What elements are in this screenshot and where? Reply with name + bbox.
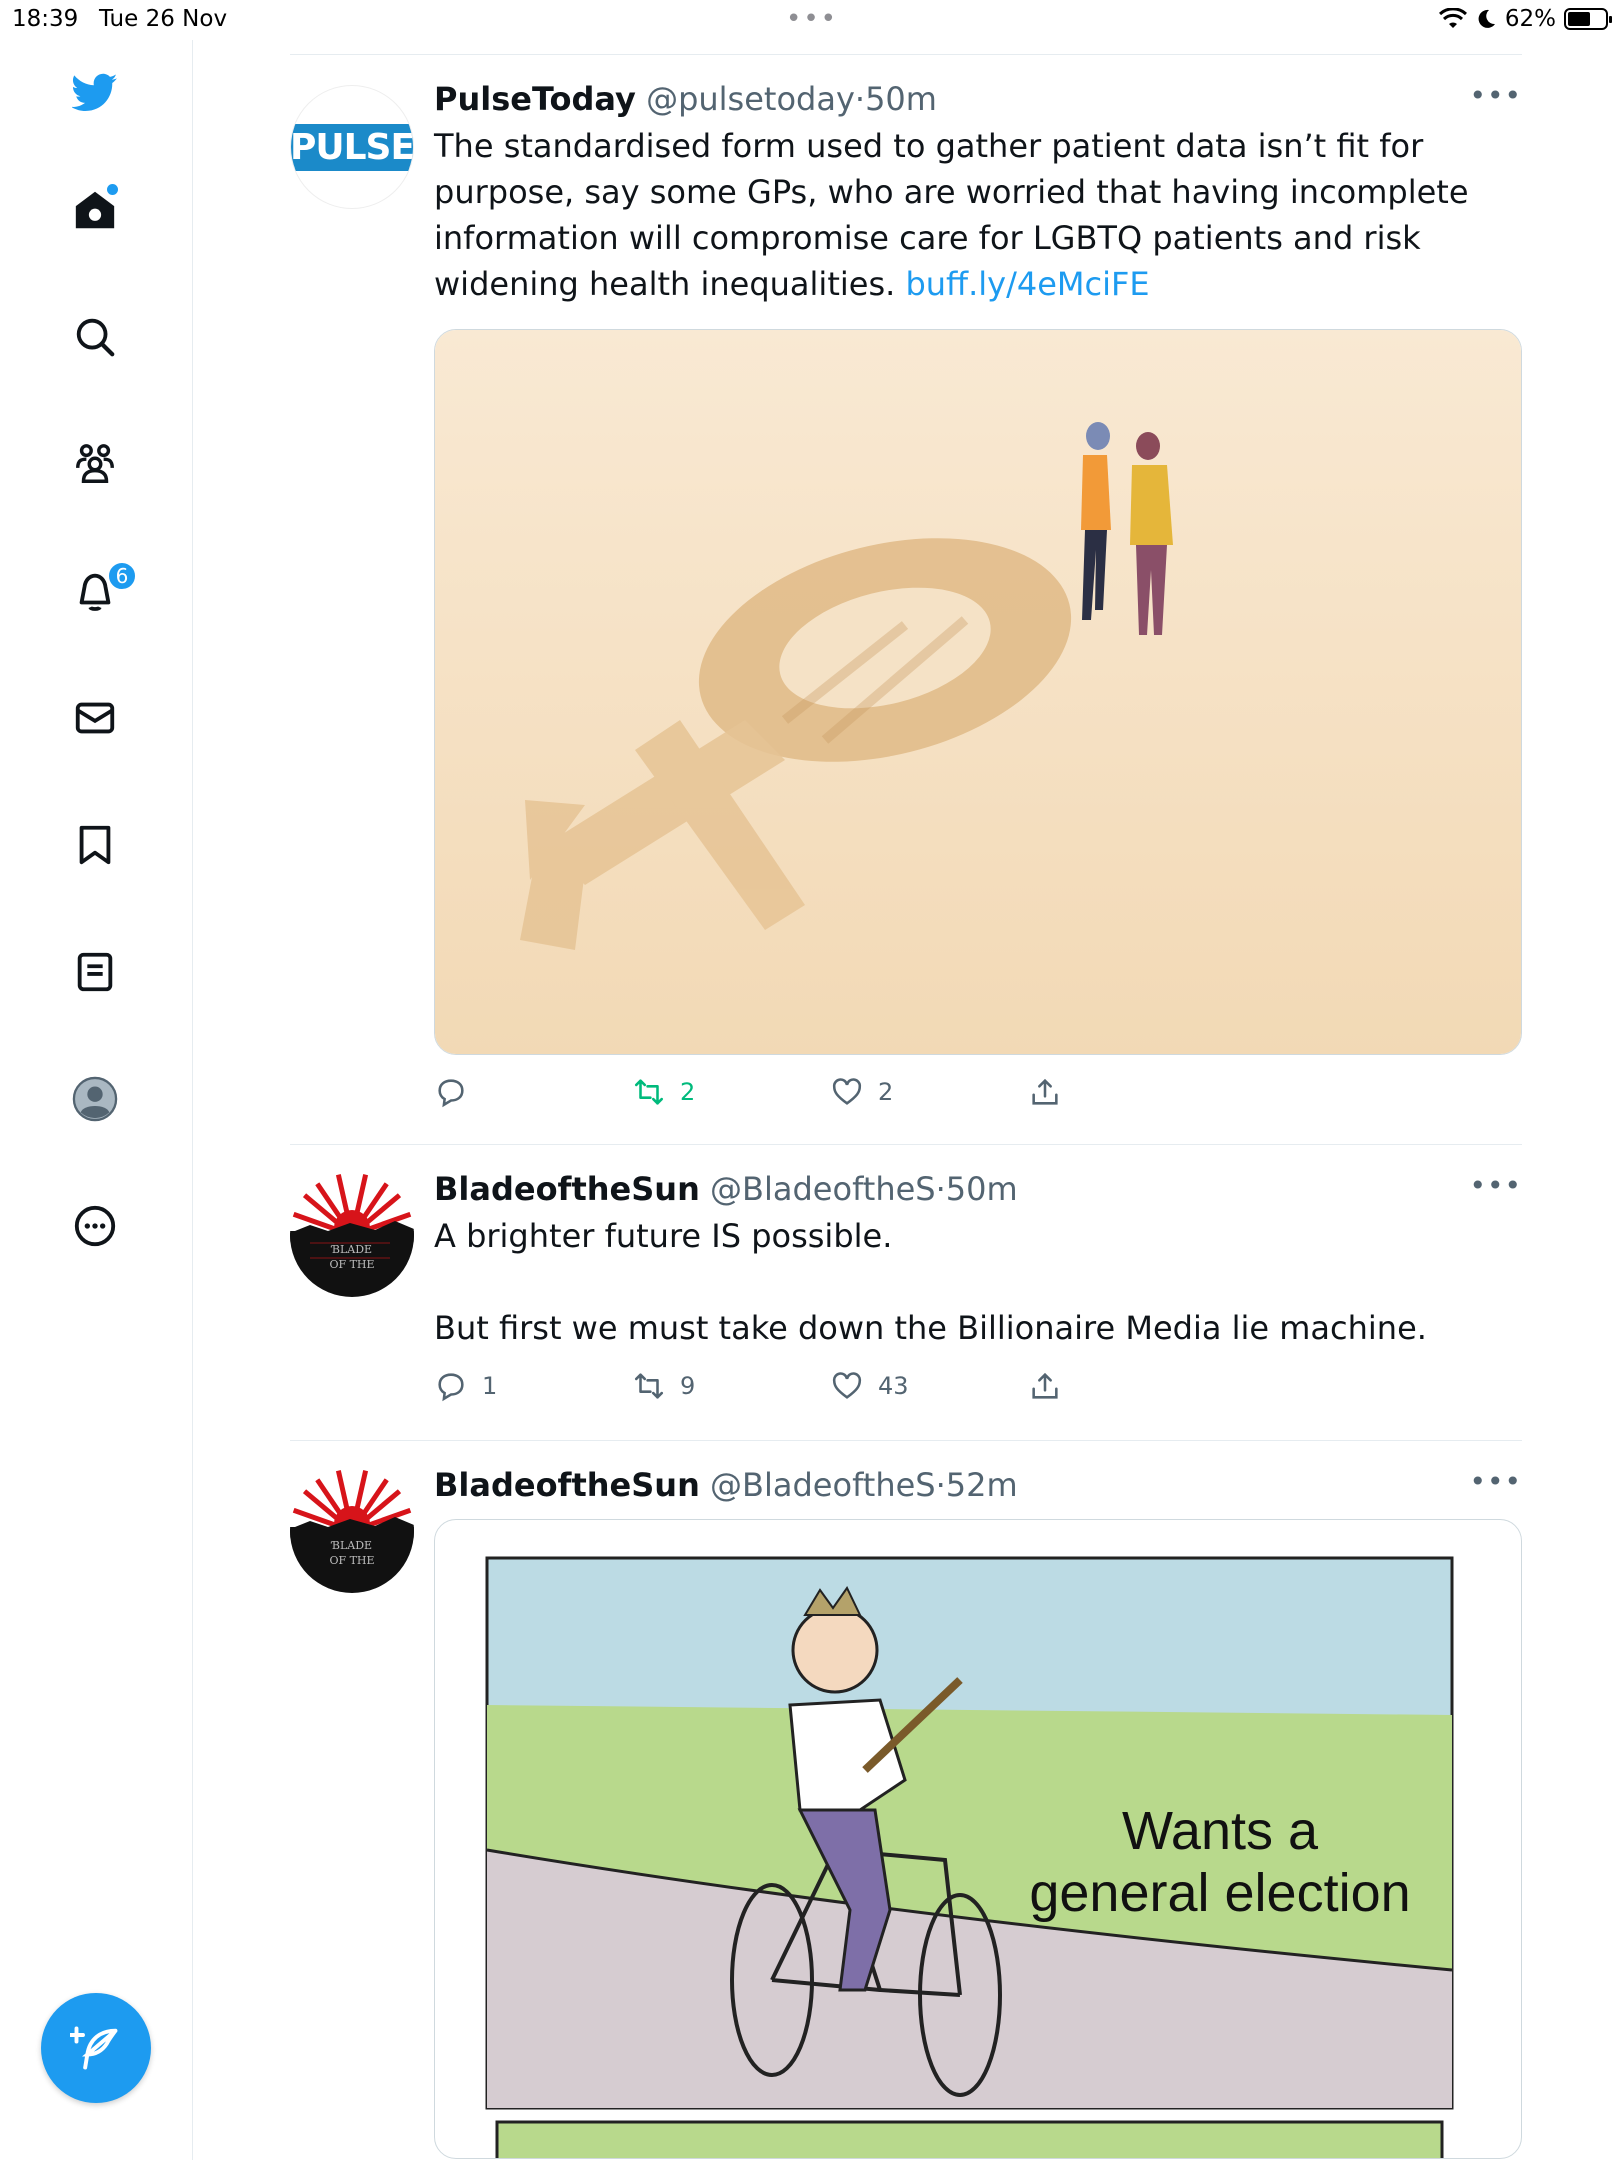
author-handle[interactable]: @pulsetoday (646, 80, 855, 118)
search-icon[interactable] (63, 305, 127, 369)
status-date: Tue 26 Nov (99, 6, 228, 32)
author-handle[interactable]: @BladeoftheS (710, 1170, 936, 1208)
profile-icon[interactable] (63, 1067, 127, 1131)
reply-button[interactable] (434, 1075, 482, 1109)
multitasking-dots[interactable]: ••• (786, 4, 838, 34)
retweet-icon (634, 1373, 664, 1399)
avatar[interactable]: ƁLADE OF THE (290, 1173, 414, 1297)
svg-text:OF THE: OF THE (329, 1258, 374, 1271)
header-separator: · (854, 80, 866, 118)
battery-percent: 62% (1504, 6, 1556, 32)
heart-icon (832, 1078, 862, 1105)
author-handle[interactable]: @BladeoftheS (710, 1466, 936, 1504)
reply-icon (438, 1373, 464, 1402)
like-button[interactable]: 43 (830, 1369, 909, 1403)
retweet-count: 9 (680, 1372, 696, 1400)
share-icon (1032, 1372, 1058, 1399)
author-name[interactable]: BladeoftheSun (434, 1170, 700, 1208)
tweet-header: BladeoftheSun @BladeoftheS·50m (434, 1169, 1522, 1209)
messages-icon[interactable] (63, 686, 127, 750)
status-right: 62% (1438, 6, 1612, 32)
compose-tweet-button[interactable] (41, 1993, 151, 2103)
compose-tweet-icon (70, 2026, 118, 2070)
svg-text:OF THE: OF THE (329, 1554, 374, 1567)
like-count: 43 (878, 1372, 909, 1400)
tweet-link[interactable]: buff.ly/4eMciFE (905, 265, 1149, 303)
like-button[interactable]: 2 (830, 1075, 893, 1109)
more-icon[interactable] (63, 1194, 127, 1258)
reply-icon (438, 1079, 464, 1108)
avatar[interactable]: PULSE (290, 85, 414, 209)
battery-icon (1564, 8, 1612, 30)
tweet[interactable]: ƁLADE OF THE BladeoftheSun @BladeoftheS·… (290, 1145, 1522, 1440)
communities-icon[interactable] (63, 432, 127, 496)
lists-icon[interactable] (63, 940, 127, 1004)
share-button[interactable] (1028, 1075, 1062, 1109)
tweet-time[interactable]: 52m (946, 1466, 1018, 1504)
gender-symbol-illustration (435, 330, 1521, 1054)
retweet-count: 2 (680, 1078, 696, 1106)
reply-count: 1 (482, 1372, 498, 1400)
rising-sun-avatar: ƁLADE OF THE (290, 1173, 414, 1297)
rising-sun-avatar: ƁLADE OF THE (290, 1469, 414, 1593)
pulse-logo: PULSE (291, 121, 413, 173)
tweet-text: A brighter future IS possible. But first… (434, 1217, 1427, 1347)
retweet-icon (634, 1079, 664, 1105)
twitter-logo-icon[interactable] (63, 60, 127, 124)
status-bar: 18:39 Tue 26 Nov ••• 62% (0, 0, 1620, 40)
tweet[interactable]: ƁLADE OF THE BladeoftheSun @BladeoftheS·… (290, 1441, 1522, 2160)
author-name[interactable]: BladeoftheSun (434, 1466, 700, 1504)
header-separator: · (935, 1170, 946, 1208)
heart-icon (832, 1372, 862, 1399)
retweet-button[interactable]: 9 (632, 1369, 695, 1403)
bookmarks-icon[interactable] (63, 813, 127, 877)
timeline: PULSE PulseToday @pulsetoday·50m ••• The… (290, 54, 1522, 2160)
avatar[interactable]: ƁLADE OF THE (290, 1469, 414, 1593)
tweet-actions: 1 9 43 (434, 1369, 1522, 1409)
meme-caption: Wants a general election (1029, 1801, 1411, 1923)
notifications-badge: 6 (107, 561, 137, 591)
svg-text:ƁLADE: ƁLADE (330, 1539, 372, 1552)
like-count: 2 (878, 1078, 894, 1106)
wifi-icon (1438, 8, 1467, 28)
tweet-header: BladeoftheSun @BladeoftheS·52m (434, 1465, 1522, 1505)
tweet[interactable]: PULSE PulseToday @pulsetoday·50m ••• The… (290, 55, 1522, 1144)
reply-button[interactable]: 1 (434, 1369, 497, 1403)
do-not-disturb-moon-icon (1478, 9, 1495, 28)
tweet-time[interactable]: 50m (946, 1170, 1018, 1208)
home-unread-dot (107, 184, 118, 195)
tweet-header: PulseToday @pulsetoday·50m (434, 79, 1522, 119)
tweet-time[interactable]: 50m (865, 80, 937, 118)
home-icon[interactable] (63, 178, 127, 242)
share-icon (1032, 1078, 1058, 1105)
tweet-image[interactable] (434, 329, 1522, 1055)
tweet-more-button[interactable]: ••• (1469, 79, 1522, 112)
author-name[interactable]: PulseToday (434, 80, 636, 118)
tweet-more-button[interactable]: ••• (1469, 1169, 1522, 1202)
tweet-more-button[interactable]: ••• (1469, 1465, 1522, 1498)
svg-text:ƁLADE: ƁLADE (330, 1243, 372, 1256)
header-separator: · (935, 1466, 946, 1504)
status-time: 18:39 (12, 6, 79, 32)
sidebar-nav: 6 (0, 40, 193, 2160)
share-button[interactable] (1028, 1369, 1062, 1403)
retweet-button[interactable]: 2 (632, 1075, 695, 1109)
tweet-actions: 2 2 (434, 1075, 1522, 1115)
notifications-icon[interactable]: 6 (63, 559, 137, 623)
tweet-image[interactable]: Wants a general election (434, 1519, 1522, 2159)
tweet-text: The standardised form used to gather pat… (434, 123, 1522, 307)
